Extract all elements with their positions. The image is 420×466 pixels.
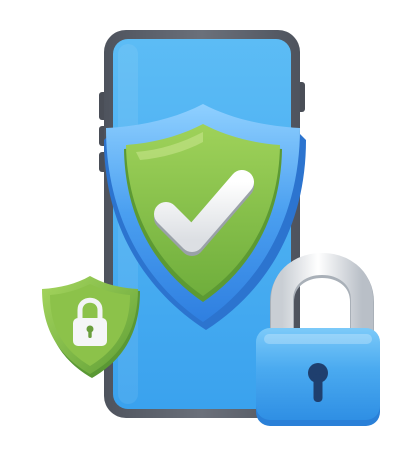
padlock-icon — [256, 253, 380, 426]
security-illustration — [0, 0, 420, 466]
